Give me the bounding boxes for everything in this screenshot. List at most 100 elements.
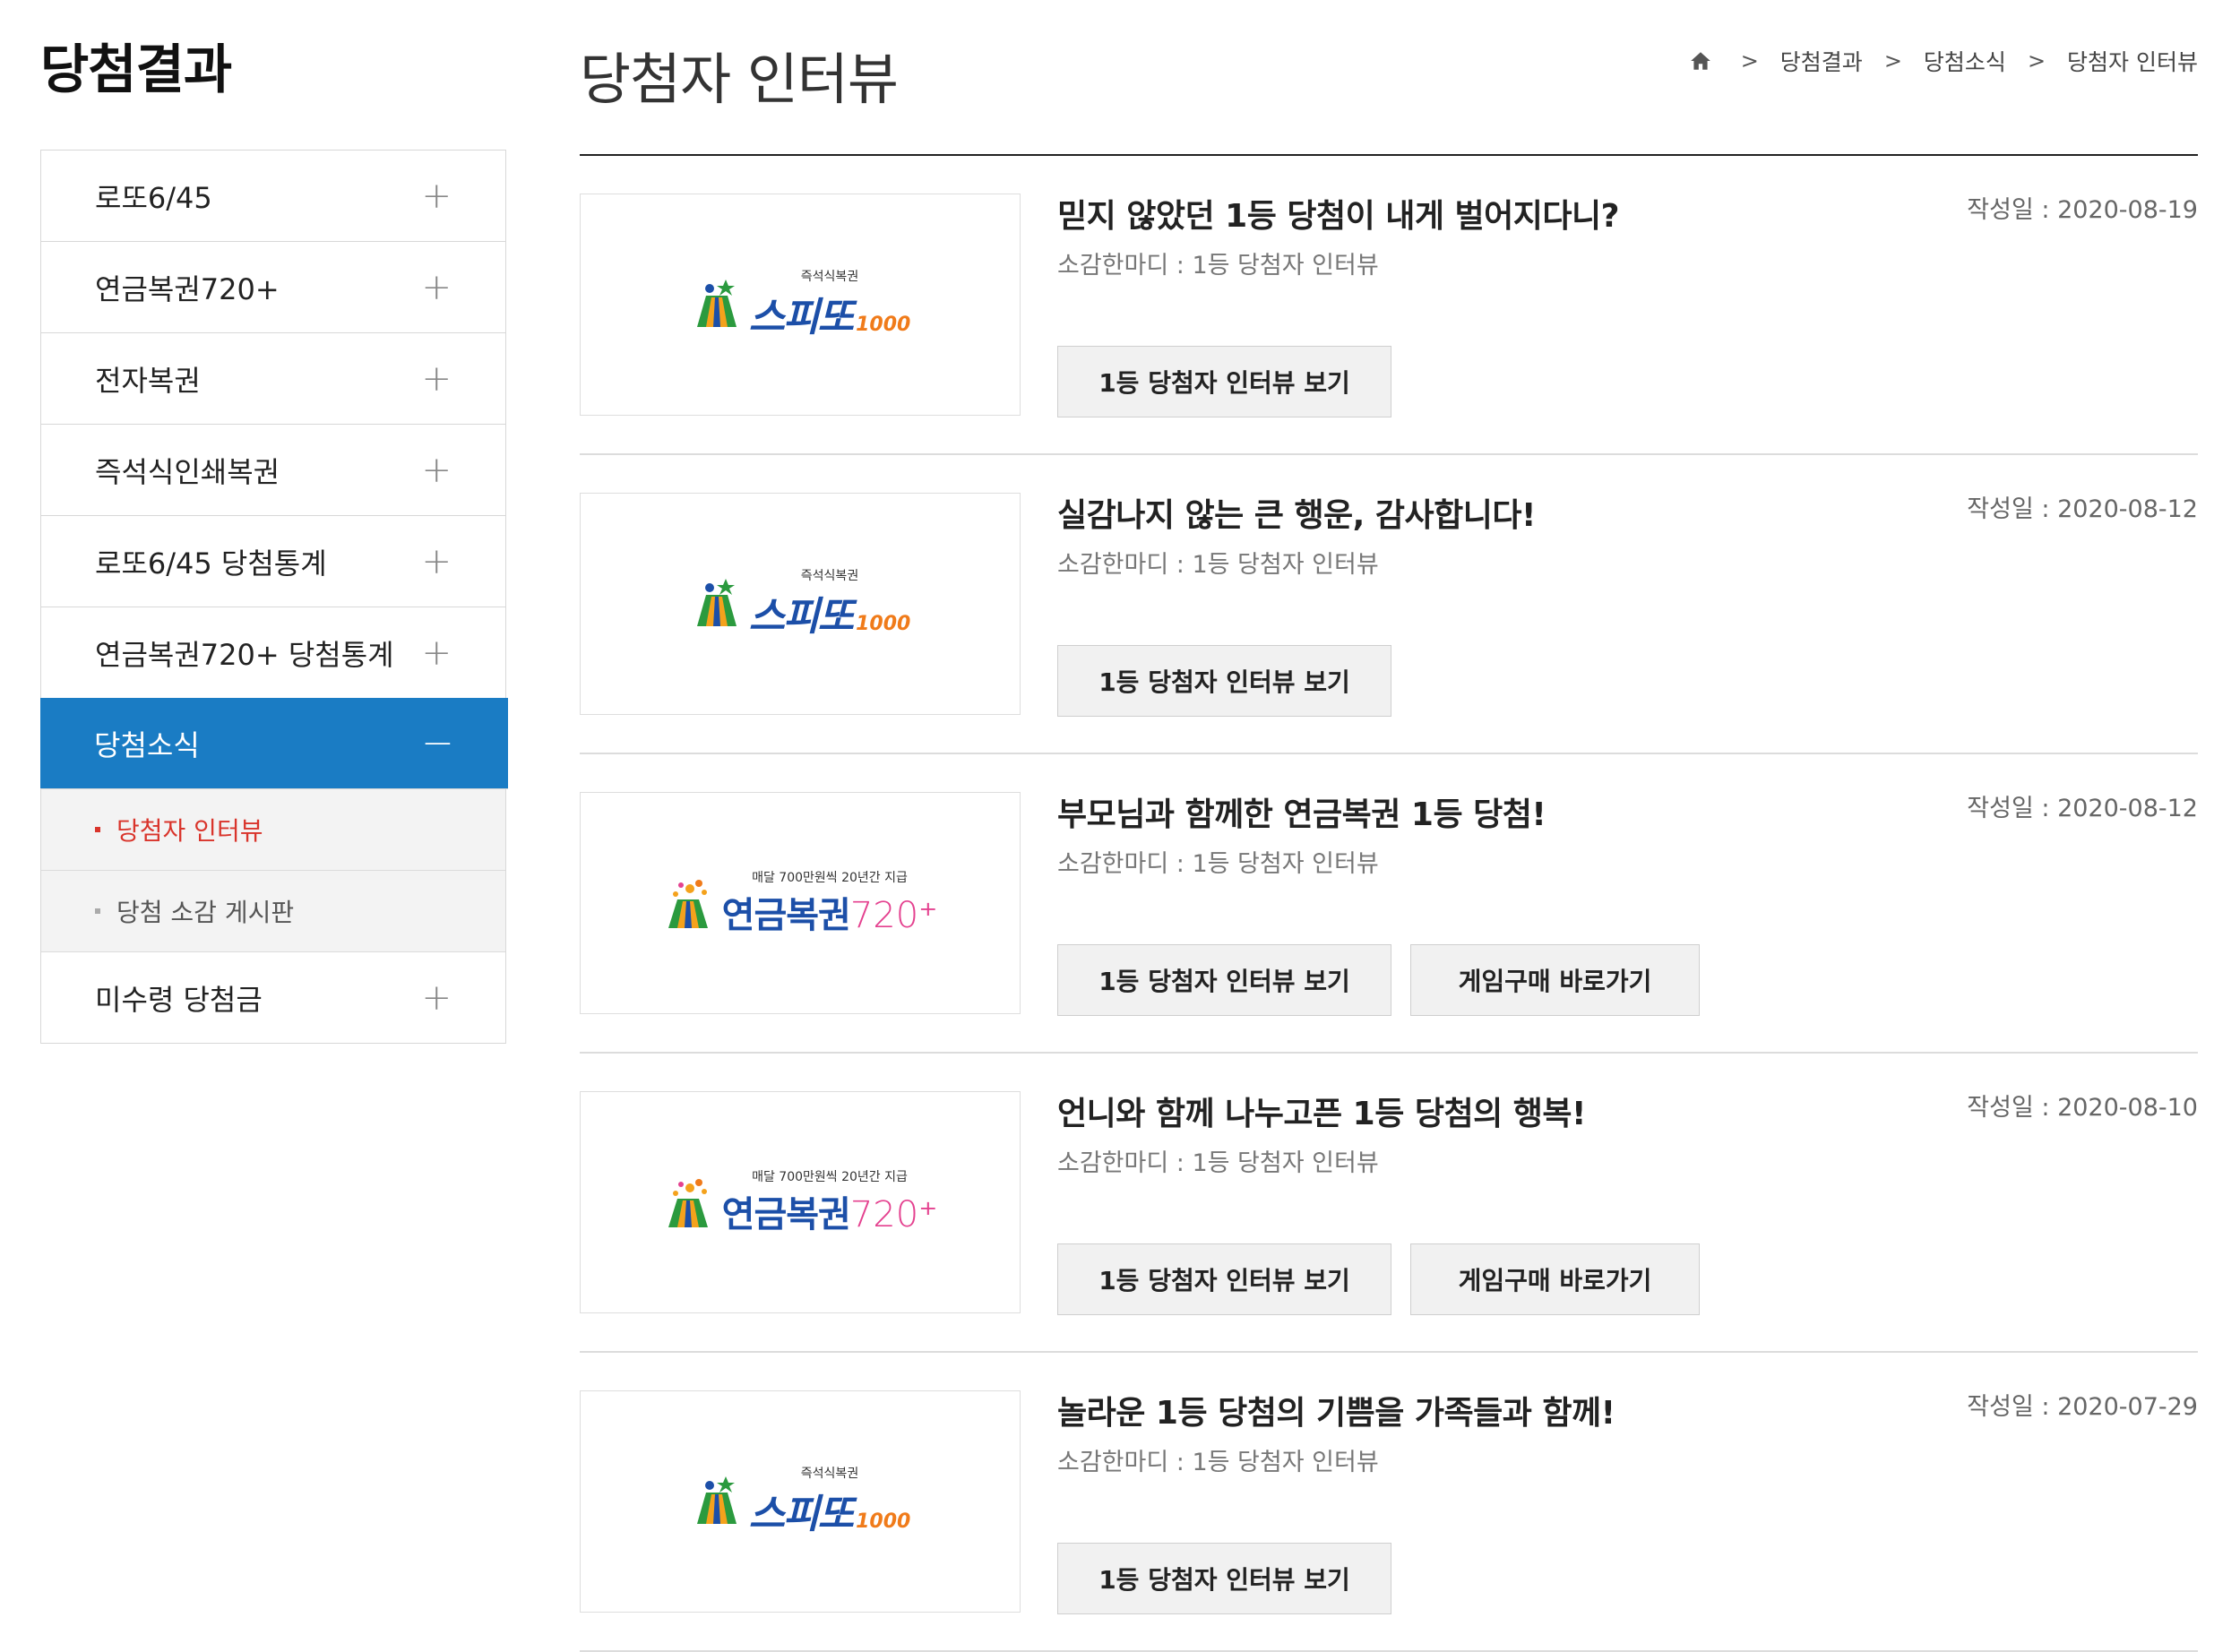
interview-subtitle: 소감한마디 : 1등 당첨자 인터뷰 [1057, 1149, 1379, 1177]
interview-list: 즉석식복권 스피또 1000 믿지 않았던 1등 당첨이 내게 벌어지다니? 소감… [580, 154, 2198, 1652]
interview-list-item: 즉석식복권 스피또 1000 실감나지 않는 큰 행운, 감사합니다! 소감한마디… [580, 455, 2198, 754]
logo-tagline: 매달 700만원씩 20년간 지급 [752, 871, 908, 885]
pension-logo: 매달 700만원씩 20년간 지급 연금복권720⁺ [663, 1167, 938, 1237]
sidebar-submenu: 당첨자 인터뷰 당첨 소감 게시판 [41, 789, 505, 952]
breadcrumb: > 당첨결과 > 당첨소식 > 당첨자 인터뷰 [1689, 45, 2198, 77]
sidebar-item-pension-stats[interactable]: 연금복권720+ 당첨통계 + [41, 607, 505, 699]
interview-thumbnail[interactable]: 즉석식복권 스피또 1000 [580, 194, 1021, 416]
view-interview-button[interactable]: 1등 당첨자 인터뷰 보기 [1057, 1243, 1391, 1315]
logo-number: 720⁺ [849, 895, 938, 936]
sidebar-item-label: 로또6/45 당첨통계 [95, 546, 327, 581]
lottery-bag-icon [690, 1475, 744, 1528]
interview-date: 작성일 : 2020-07-29 [1967, 1393, 2198, 1421]
view-interview-button[interactable]: 1등 당첨자 인터뷰 보기 [1057, 346, 1391, 417]
interview-list-item: 매달 700만원씩 20년간 지급 연금복권720⁺ 부모님과 함께한 연금복권… [580, 754, 2198, 1054]
breadcrumb-item-current: 당첨자 인터뷰 [2067, 49, 2198, 75]
interview-subtitle: 소감한마디 : 1등 당첨자 인터뷰 [1057, 551, 1379, 579]
view-interview-button[interactable]: 1등 당첨자 인터뷰 보기 [1057, 1543, 1391, 1614]
sidebar-item-electronic[interactable]: 전자복권 + [41, 333, 505, 425]
speetto-logo: 즉석식복권 스피또 1000 [690, 1464, 911, 1539]
plus-icon: + [421, 175, 452, 217]
sidebar-item-label: 연금복권720+ [95, 271, 280, 306]
lottery-bag-icon [690, 278, 744, 331]
interview-list-item: 즉석식복권 스피또 1000 믿지 않았던 1등 당첨이 내게 벌어지다니? 소감… [580, 156, 2198, 455]
submenu-item-board[interactable]: 당첨 소감 게시판 [41, 871, 505, 952]
interview-subtitle: 소감한마디 : 1등 당첨자 인터뷰 [1057, 252, 1379, 280]
interview-title[interactable]: 실감나지 않는 큰 행운, 감사합니다! [1057, 489, 1536, 536]
buy-game-button[interactable]: 게임구매 바로가기 [1410, 944, 1700, 1016]
interview-list-item: 즉석식복권 스피또 1000 놀라운 1등 당첨의 기쁨을 가족들과 함께! 소감… [580, 1353, 2198, 1652]
chevron-right-icon: > [1883, 48, 1902, 73]
view-interview-button[interactable]: 1등 당첨자 인터뷰 보기 [1057, 645, 1391, 717]
interview-title[interactable]: 언니와 함께 나누고픈 1등 당첨의 행복! [1057, 1088, 1586, 1134]
interview-title[interactable]: 부모님과 함께한 연금복권 1등 당첨! [1057, 788, 1546, 835]
sidebar-item-pension720[interactable]: 연금복권720+ + [41, 242, 505, 333]
plus-icon: + [421, 540, 452, 582]
home-icon[interactable] [1689, 49, 1712, 73]
logo-name: 연금복권 [721, 1194, 851, 1235]
sidebar-item-unclaimed[interactable]: 미수령 당첨금 + [41, 952, 505, 1044]
plus-icon: + [421, 449, 452, 491]
logo-tagline: 즉석식복권 [800, 1467, 859, 1481]
breadcrumb-item[interactable]: 당첨결과 [1780, 45, 1863, 77]
submenu-item-label: 당첨자 인터뷰 [116, 816, 263, 846]
logo-number: 1000 [856, 314, 911, 336]
logo-tagline: 즉석식복권 [800, 270, 859, 284]
sidebar-menu: 로또6/45 + 연금복권720+ + 전자복권 + 즉석식인쇄복권 + 로또6/45 … [40, 150, 508, 1044]
interview-date: 작성일 : 2020-08-10 [1967, 1094, 2198, 1122]
interview-date: 작성일 : 2020-08-12 [1967, 495, 2198, 523]
interview-date: 작성일 : 2020-08-19 [1967, 196, 2198, 224]
logo-name: 스피또 [748, 295, 854, 340]
interview-subtitle: 소감한마디 : 1등 당첨자 인터뷰 [1057, 1449, 1379, 1476]
submenu-item-interview[interactable]: 당첨자 인터뷰 [41, 789, 505, 871]
logo-number: 1000 [856, 1510, 911, 1533]
lottery-bag-icon [663, 876, 717, 930]
plus-icon: + [421, 357, 452, 400]
sidebar-item-instant[interactable]: 즉석식인쇄복권 + [41, 425, 505, 516]
sidebar-item-label: 연금복권720+ 당첨통계 [95, 637, 394, 672]
breadcrumb-item[interactable]: 당첨소식 [1924, 45, 2006, 77]
submenu-item-label: 당첨 소감 게시판 [116, 898, 295, 927]
sidebar-item-news[interactable]: 당첨소식 − [40, 698, 508, 789]
bullet-icon [95, 908, 100, 914]
interview-title[interactable]: 놀라운 1등 당첨의 기쁨을 가족들과 함께! [1057, 1387, 1615, 1433]
plus-icon: + [421, 977, 452, 1019]
interview-subtitle: 소감한마디 : 1등 당첨자 인터뷰 [1057, 850, 1379, 878]
interview-thumbnail[interactable]: 매달 700만원씩 20년간 지급 연금복권720⁺ [580, 792, 1021, 1014]
sidebar-item-label: 전자복권 [95, 363, 201, 398]
section-title: 당첨결과 [40, 39, 232, 100]
interview-thumbnail[interactable]: 매달 700만원씩 20년간 지급 연금복권720⁺ [580, 1091, 1021, 1313]
sidebar-item-lotto645[interactable]: 로또6/45 + [41, 151, 505, 242]
lottery-bag-icon [663, 1175, 717, 1229]
lottery-bag-icon [690, 577, 744, 631]
interview-date: 작성일 : 2020-08-12 [1967, 795, 2198, 822]
sidebar-item-label: 당첨소식 [94, 727, 200, 762]
speetto-logo: 즉석식복권 스피또 1000 [690, 566, 911, 641]
speetto-logo: 즉석식복권 스피또 1000 [690, 267, 911, 342]
logo-number: 1000 [856, 613, 911, 635]
logo-name: 연금복권 [721, 895, 851, 936]
plus-icon: + [421, 632, 452, 674]
sidebar-item-label: 즉석식인쇄복권 [95, 454, 280, 489]
sidebar-item-label: 미수령 당첨금 [95, 982, 263, 1017]
interview-thumbnail[interactable]: 즉석식복권 스피또 1000 [580, 1390, 1021, 1613]
buy-game-button[interactable]: 게임구매 바로가기 [1410, 1243, 1700, 1315]
chevron-right-icon: > [2027, 48, 2046, 73]
logo-name: 스피또 [748, 594, 854, 640]
logo-name: 스피또 [748, 1492, 854, 1537]
minus-icon: − [421, 720, 454, 766]
logo-tagline: 즉석식복권 [800, 569, 859, 583]
bullet-icon [95, 827, 100, 832]
sidebar-item-label: 로또6/45 [95, 180, 212, 215]
sidebar-item-lotto-stats[interactable]: 로또6/45 당첨통계 + [41, 516, 505, 607]
interview-list-item: 매달 700만원씩 20년간 지급 연금복권720⁺ 언니와 함께 나누고픈 1… [580, 1054, 2198, 1353]
logo-number: 720⁺ [849, 1194, 938, 1235]
logo-tagline: 매달 700만원씩 20년간 지급 [752, 1170, 908, 1184]
page-title: 당첨자 인터뷰 [580, 47, 899, 112]
interview-title[interactable]: 믿지 않았던 1등 당첨이 내게 벌어지다니? [1057, 190, 1620, 237]
pension-logo: 매달 700만원씩 20년간 지급 연금복권720⁺ [663, 868, 938, 938]
interview-thumbnail[interactable]: 즉석식복권 스피또 1000 [580, 493, 1021, 715]
plus-icon: + [421, 266, 452, 308]
chevron-right-icon: > [1740, 48, 1759, 73]
view-interview-button[interactable]: 1등 당첨자 인터뷰 보기 [1057, 944, 1391, 1016]
